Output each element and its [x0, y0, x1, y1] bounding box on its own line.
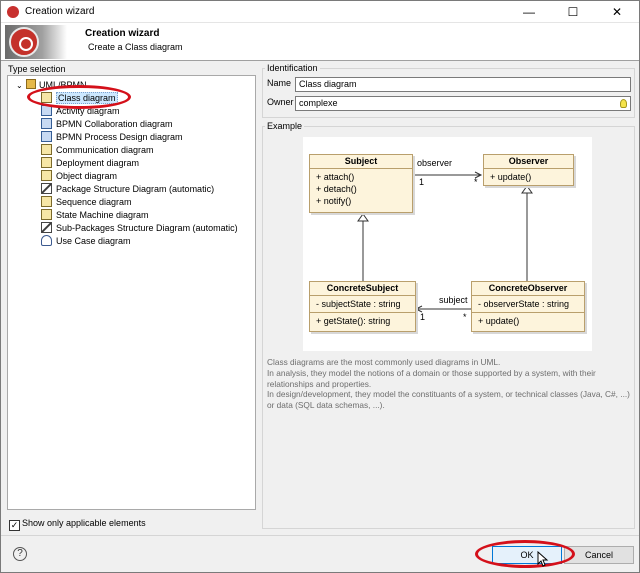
- header-title: Creation wizard: [85, 28, 160, 39]
- ok-button[interactable]: OK: [492, 546, 562, 564]
- class-diagram-icon: [41, 92, 52, 103]
- sub-packages-icon: [41, 222, 52, 233]
- name-input[interactable]: Class diagram: [295, 77, 631, 92]
- tree-root-label: UML/BPMN: [39, 80, 87, 90]
- identification-label: Identification: [265, 63, 320, 73]
- example-description: Class diagrams are the most commonly use…: [267, 357, 630, 411]
- object-diagram-icon: [41, 170, 52, 181]
- assoc-observer-mult-right: *: [474, 177, 478, 187]
- assoc-observer-mult-left: 1: [419, 177, 425, 187]
- state-machine-icon: [41, 209, 52, 220]
- tree-item-object[interactable]: Object diagram: [41, 170, 117, 183]
- uml-class-subject: Subject + attach() + detach() + notify(): [309, 154, 413, 213]
- package-structure-icon: [41, 183, 52, 194]
- concrete-observer-name: ConcreteObserver: [472, 282, 584, 296]
- tree-item-activity-diagram[interactable]: Activity diagram: [41, 105, 120, 118]
- tree-item-sub-packages[interactable]: Sub-Packages Structure Diagram (automati…: [41, 222, 238, 235]
- use-case-icon: [41, 235, 52, 246]
- help-icon[interactable]: ?: [13, 547, 27, 561]
- tree-item-bpmn-process[interactable]: BPMN Process Design diagram: [41, 131, 183, 144]
- tree-item-sequence[interactable]: Sequence diagram: [41, 196, 132, 209]
- footer-separator: [1, 535, 639, 536]
- app-icon: [7, 6, 19, 18]
- tree-item-package-structure[interactable]: Package Structure Diagram (automatic): [41, 183, 214, 196]
- subject-ops: + attach() + detach() + notify(): [316, 172, 357, 206]
- wizard-header: Creation wizard Create a Class diagram: [1, 23, 639, 61]
- bpmn-process-icon: [41, 131, 52, 142]
- bpmn-collaboration-icon: [41, 118, 52, 129]
- observer-ops: + update(): [490, 172, 532, 182]
- communication-diagram-icon: [41, 144, 52, 155]
- title-bar: Creation wizard — ☐ ✕: [1, 1, 639, 23]
- tree-item-class-diagram[interactable]: Class diagram: [41, 92, 118, 105]
- deployment-diagram-icon: [41, 157, 52, 168]
- maximize-button[interactable]: ☐: [551, 1, 595, 23]
- tree-item-bpmn-collaboration[interactable]: BPMN Collaboration diagram: [41, 118, 173, 131]
- package-icon: [26, 79, 36, 89]
- lightbulb-icon[interactable]: [620, 99, 627, 108]
- show-applicable-label: Show only applicable elements: [22, 518, 146, 528]
- concrete-subject-ops: + getState(): string: [316, 316, 391, 326]
- type-selection-label: Type selection: [8, 64, 66, 74]
- window-title: Creation wizard: [25, 6, 95, 17]
- chevron-down-icon[interactable]: ⌄: [16, 80, 26, 92]
- tree-item-communication[interactable]: Communication diagram: [41, 144, 154, 157]
- concrete-subject-name: ConcreteSubject: [310, 282, 415, 296]
- concrete-subject-attrs: - subjectState : string: [310, 296, 415, 313]
- tree-root-uml-bpmn[interactable]: ⌄ UML/BPMN: [16, 79, 87, 91]
- close-button[interactable]: ✕: [595, 1, 639, 23]
- modelio-logo-icon: [5, 25, 67, 59]
- sequence-diagram-icon: [41, 196, 52, 207]
- minimize-button[interactable]: —: [507, 1, 551, 23]
- uml-class-observer: Observer + update(): [483, 154, 574, 186]
- assoc-subject-mult-right: *: [463, 312, 467, 322]
- mouse-cursor-icon: [537, 551, 549, 567]
- uml-class-concrete-subject: ConcreteSubject - subjectState : string …: [309, 281, 416, 332]
- cancel-button[interactable]: Cancel: [564, 546, 634, 564]
- tree-item-use-case[interactable]: Use Case diagram: [41, 235, 131, 248]
- show-applicable-checkbox[interactable]: ✓: [9, 520, 20, 531]
- observer-name: Observer: [484, 155, 573, 169]
- uml-class-concrete-observer: ConcreteObserver - observerState : strin…: [471, 281, 585, 332]
- header-subtitle: Create a Class diagram: [88, 42, 183, 52]
- show-applicable-row[interactable]: ✓ Show only applicable elements: [9, 517, 146, 531]
- example-diagram: Subject + attach() + detach() + notify()…: [303, 137, 592, 351]
- concrete-observer-ops: + update(): [478, 316, 520, 326]
- subject-name: Subject: [310, 155, 412, 169]
- type-selection-tree[interactable]: ⌄ UML/BPMN Class diagram Activity diagram…: [7, 75, 256, 510]
- tree-item-state-machine[interactable]: State Machine diagram: [41, 209, 149, 222]
- assoc-subject-mult-left: 1: [420, 312, 426, 322]
- owner-input[interactable]: complexe: [295, 96, 631, 111]
- owner-value: complexe: [299, 98, 338, 108]
- assoc-subject-role: subject: [439, 295, 468, 305]
- owner-label: Owner: [267, 97, 294, 107]
- creation-wizard-window: Creation wizard — ☐ ✕ Creation wizard Cr…: [0, 0, 640, 573]
- name-label: Name: [267, 78, 292, 88]
- tree-item-deployment[interactable]: Deployment diagram: [41, 157, 139, 170]
- activity-diagram-icon: [41, 105, 52, 116]
- example-label: Example: [265, 121, 305, 131]
- concrete-observer-attrs: - observerState : string: [472, 296, 584, 313]
- assoc-observer-role: observer: [417, 158, 453, 168]
